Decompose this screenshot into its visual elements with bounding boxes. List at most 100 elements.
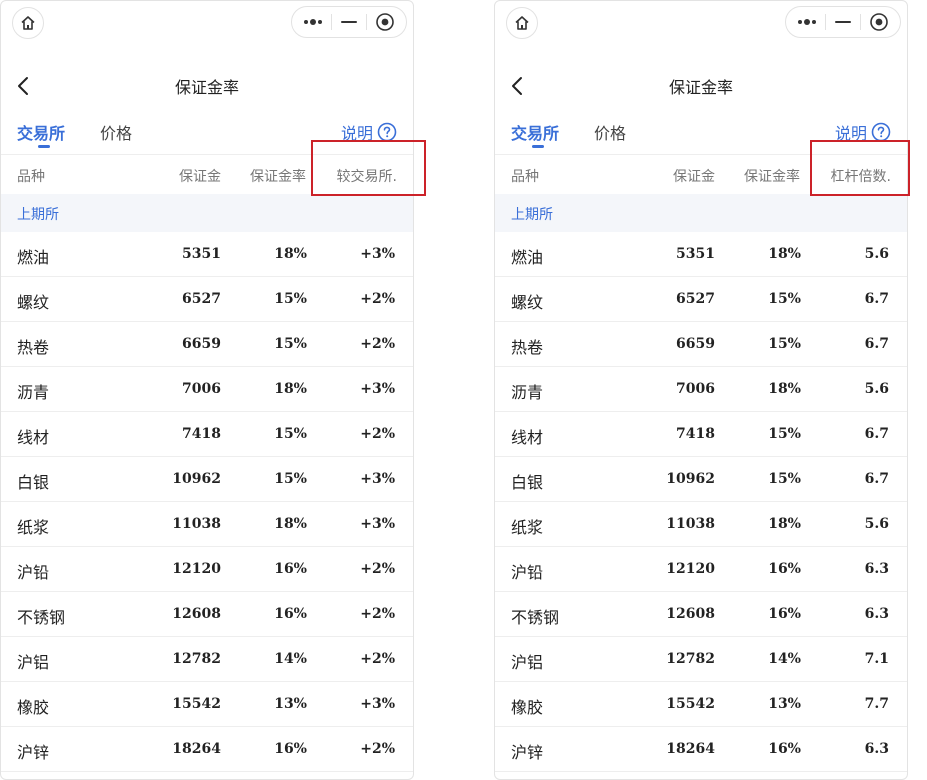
tab-price[interactable]: 价格 bbox=[100, 120, 132, 144]
vs-exchange-value: +3% bbox=[360, 471, 395, 487]
table-row[interactable]: 螺纹 6527 15% +2% bbox=[1, 277, 413, 322]
target-close-icon[interactable] bbox=[866, 9, 892, 35]
product-name: 沪铝 bbox=[17, 653, 50, 672]
table-row[interactable]: 燃油 5351 18% +3% bbox=[1, 232, 413, 277]
mini-program-capsule bbox=[291, 6, 407, 38]
product-name: 沪铝 bbox=[511, 653, 544, 672]
rate-value: 13% bbox=[274, 696, 307, 712]
phone-panel-left: 保证金率 交易所 价格 说明 品种 保证金 保证金率 较交易所. 上期所 燃油 5… bbox=[0, 0, 414, 780]
margin-value: 10962 bbox=[666, 471, 715, 487]
target-close-icon[interactable] bbox=[372, 9, 398, 35]
table-row[interactable]: 纸浆 11038 18% +3% bbox=[1, 502, 413, 547]
rate-value: 16% bbox=[274, 606, 307, 622]
rate-value: 14% bbox=[274, 651, 307, 667]
leverage-value: 6.7 bbox=[864, 336, 889, 352]
tab-exchange[interactable]: 交易所 bbox=[511, 120, 559, 144]
product-name: 白银 bbox=[511, 473, 544, 492]
home-icon bbox=[515, 16, 529, 30]
table-row[interactable]: 不锈钢 12608 16% 6.3 bbox=[495, 592, 907, 637]
product-name: 线材 bbox=[511, 428, 544, 447]
table-row[interactable]: 燃油 5351 18% 5.6 bbox=[495, 232, 907, 277]
table-row[interactable]: 沪锌 18264 16% 6.3 bbox=[495, 727, 907, 772]
table-row[interactable]: 白银 10962 15% 6.7 bbox=[495, 457, 907, 502]
rate-value: 16% bbox=[274, 561, 307, 577]
page-title: 保证金率 bbox=[668, 78, 733, 97]
leverage-value: 6.7 bbox=[864, 426, 889, 442]
rate-value: 15% bbox=[768, 426, 801, 442]
margin-value: 10962 bbox=[172, 471, 221, 487]
section-header: 上期所 bbox=[1, 194, 413, 232]
rate-value: 13% bbox=[768, 696, 801, 712]
rate-value: 15% bbox=[274, 471, 307, 487]
table-row[interactable]: 不锈钢 12608 16% +2% bbox=[1, 592, 413, 637]
vs-exchange-value: +2% bbox=[360, 426, 395, 442]
capsule-divider bbox=[824, 14, 826, 30]
table-row[interactable]: 沪铅 12120 16% 6.3 bbox=[495, 547, 907, 592]
margin-value: 6659 bbox=[182, 336, 221, 352]
rate-value: 18% bbox=[274, 381, 307, 397]
minimize-icon[interactable] bbox=[830, 9, 856, 35]
product-name: 沥青 bbox=[511, 383, 544, 402]
rate-value: 15% bbox=[768, 471, 801, 487]
more-dots-icon[interactable] bbox=[794, 9, 820, 35]
margin-value: 12782 bbox=[172, 651, 221, 667]
more-dots-icon[interactable] bbox=[300, 9, 326, 35]
table-row[interactable]: 沥青 7006 18% +3% bbox=[1, 367, 413, 412]
table-row[interactable]: 白银 10962 15% +3% bbox=[1, 457, 413, 502]
margin-value: 11038 bbox=[172, 516, 221, 532]
table-row[interactable]: 线材 7418 15% +2% bbox=[1, 412, 413, 457]
vs-exchange-value: +3% bbox=[360, 246, 395, 262]
rate-value: 15% bbox=[768, 291, 801, 307]
table-row[interactable]: 橡胶 15542 13% 7.7 bbox=[495, 682, 907, 727]
margin-value: 12120 bbox=[172, 561, 221, 577]
product-name: 沪锌 bbox=[511, 743, 544, 762]
rate-value: 18% bbox=[768, 246, 801, 262]
vs-exchange-value: +3% bbox=[360, 516, 395, 532]
capsule-divider bbox=[860, 14, 862, 30]
margin-value: 7418 bbox=[676, 426, 715, 442]
leverage-value: 5.6 bbox=[864, 246, 889, 262]
margin-value: 7418 bbox=[182, 426, 221, 442]
margin-value: 6659 bbox=[676, 336, 715, 352]
table-row[interactable]: 热卷 6659 15% 6.7 bbox=[495, 322, 907, 367]
rate-value: 15% bbox=[274, 336, 307, 352]
product-name: 热卷 bbox=[17, 338, 50, 357]
section-header: 上期所 bbox=[495, 194, 907, 232]
minimize-icon[interactable] bbox=[336, 9, 362, 35]
margin-value: 6527 bbox=[182, 291, 221, 307]
table-row[interactable]: 沥青 7006 18% 5.6 bbox=[495, 367, 907, 412]
product-name: 橡胶 bbox=[511, 698, 544, 717]
tab-price[interactable]: 价格 bbox=[594, 120, 626, 144]
rate-value: 18% bbox=[768, 516, 801, 532]
capsule-divider bbox=[330, 14, 332, 30]
leverage-value: 6.3 bbox=[864, 741, 889, 757]
table-row[interactable]: 沪铅 12120 16% +2% bbox=[1, 547, 413, 592]
vs-exchange-value: +2% bbox=[360, 651, 395, 667]
rate-value: 16% bbox=[274, 741, 307, 757]
section-label: 上期所 bbox=[511, 207, 553, 223]
leverage-value: 6.7 bbox=[864, 291, 889, 307]
table-row[interactable]: 橡胶 15542 13% +3% bbox=[1, 682, 413, 727]
table-row[interactable]: 线材 7418 15% 6.7 bbox=[495, 412, 907, 457]
table-row[interactable]: 沪铝 12782 14% +2% bbox=[1, 637, 413, 682]
table-row[interactable]: 螺纹 6527 15% 6.7 bbox=[495, 277, 907, 322]
leverage-value: 7.7 bbox=[864, 696, 889, 712]
tab-exchange[interactable]: 交易所 bbox=[17, 120, 65, 144]
home-icon bbox=[21, 16, 35, 30]
margin-value: 6527 bbox=[676, 291, 715, 307]
margin-value: 18264 bbox=[172, 741, 221, 757]
table-row[interactable]: 纸浆 11038 18% 5.6 bbox=[495, 502, 907, 547]
home-button[interactable] bbox=[506, 7, 538, 39]
table-row[interactable]: 沪锌 18264 16% +2% bbox=[1, 727, 413, 772]
table-body: 燃油 5351 18% 5.6 螺纹 6527 15% 6.7 热卷 6659 15% 6.7 沥… bbox=[495, 232, 907, 772]
vs-exchange-value: +2% bbox=[360, 741, 395, 757]
home-button[interactable] bbox=[12, 7, 44, 39]
capsule-divider bbox=[366, 14, 368, 30]
leverage-value: 5.6 bbox=[864, 381, 889, 397]
vs-exchange-value: +3% bbox=[360, 381, 395, 397]
header-margin: 保证金 bbox=[179, 169, 221, 185]
table-row[interactable]: 沪铝 12782 14% 7.1 bbox=[495, 637, 907, 682]
table-row[interactable]: 热卷 6659 15% +2% bbox=[1, 322, 413, 367]
rate-value: 16% bbox=[768, 561, 801, 577]
phone-panel-right: 保证金率 交易所 价格 说明 品种 保证金 保证金率 杠杆倍数. 上期所 燃油 5… bbox=[494, 0, 908, 780]
